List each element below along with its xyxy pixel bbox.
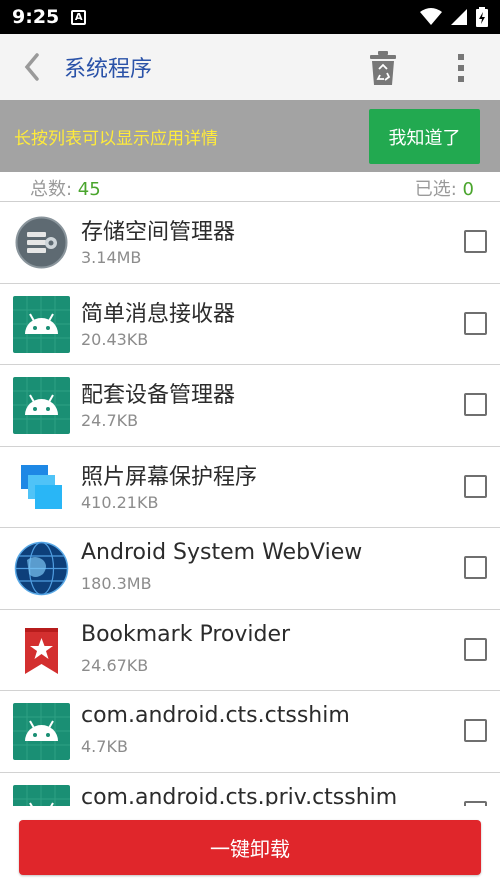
recycle-bin-button[interactable] [364,48,402,88]
list-item[interactable]: Bookmark Provider 24.67KB [0,610,500,691]
select-checkbox[interactable] [464,719,487,742]
app-size: 180.3MB [81,574,152,593]
photo-screensaver-icon [21,464,62,509]
signal-icon [451,9,467,25]
app-size: 410.21KB [81,492,159,512]
select-checkbox[interactable] [464,230,487,253]
page-title: 系统程序 [64,57,153,82]
notification-a-icon: A [71,9,87,25]
app-name: 配套设备管理器 [81,383,236,408]
list-item[interactable]: 简单消息接收器 20.43KB [0,284,500,365]
chevron-left-icon [24,53,39,81]
footer-bar: 一键卸载 [0,806,500,888]
app-name: Android System WebView [81,540,363,565]
android-icon [13,703,70,760]
total-label: 总数: [30,179,78,200]
app-name: 简单消息接收器 [81,301,236,327]
bookmark-icon [25,627,58,674]
list-item[interactable]: 存储空间管理器 3.14MB [0,202,500,284]
app-size: 3.14MB [81,248,142,267]
back-button[interactable] [0,34,64,100]
recycle-bin-icon [370,51,396,85]
list-item[interactable]: 照片屏幕保护程序 410.21KB [0,447,500,528]
storage-manager-icon [15,216,68,269]
app-name: Bookmark Provider [81,621,291,647]
status-icons [420,7,488,27]
app-size: 24.67KB [81,655,149,675]
app-list[interactable]: 存储空间管理器 3.14MB 简单消息接收器 20.43KB 配套设备管理器 2… [0,202,500,806]
total-value: 45 [77,179,101,200]
app-name: 存储空间管理器 [81,220,236,245]
more-menu-button[interactable] [446,48,476,88]
app-size: 24.7KB [81,411,139,430]
list-item[interactable]: com.android.cts.ctsshim 4.7KB [0,691,500,773]
select-checkbox[interactable] [464,474,487,498]
count-bar: 总数: 45 已选: 0 [0,172,500,202]
status-time: 9:25 [12,6,60,28]
app-size: 4.7KB [81,737,128,756]
select-checkbox[interactable] [464,393,487,416]
app-name: com.android.cts.ctsshim [81,703,350,728]
list-item[interactable]: Android System WebView 180.3MB [0,528,500,610]
select-checkbox[interactable] [464,311,487,335]
wifi-icon [420,8,442,25]
selected-value: 0 [462,179,474,200]
app-toolbar: 系统程序 [0,34,500,100]
one-click-uninstall-button[interactable]: 一键卸载 [19,820,481,875]
list-item[interactable]: com.android.cts.priv.ctsshim [0,773,500,807]
webview-globe-icon [14,541,69,596]
android-icon [13,295,70,353]
more-vert-icon [458,54,464,82]
status-bar: 9:25 A [0,0,500,34]
battery-icon [476,7,488,27]
tip-text: 长按列表可以显示应用详情 [14,129,218,149]
android-icon [13,784,70,806]
selected-count: 已选: 0 [415,175,474,201]
app-name: com.android.cts.priv.ctsshim [81,784,398,807]
total-count: 总数: 45 [30,175,101,201]
app-name: 照片屏幕保护程序 [81,464,258,490]
selected-label: 已选: [414,179,463,200]
select-checkbox[interactable] [464,556,487,579]
got-it-button[interactable]: 我知道了 [369,109,480,164]
android-icon [13,377,70,434]
list-item[interactable]: 配套设备管理器 24.7KB [0,365,500,447]
app-size: 20.43KB [81,329,149,349]
select-checkbox[interactable] [464,637,487,661]
